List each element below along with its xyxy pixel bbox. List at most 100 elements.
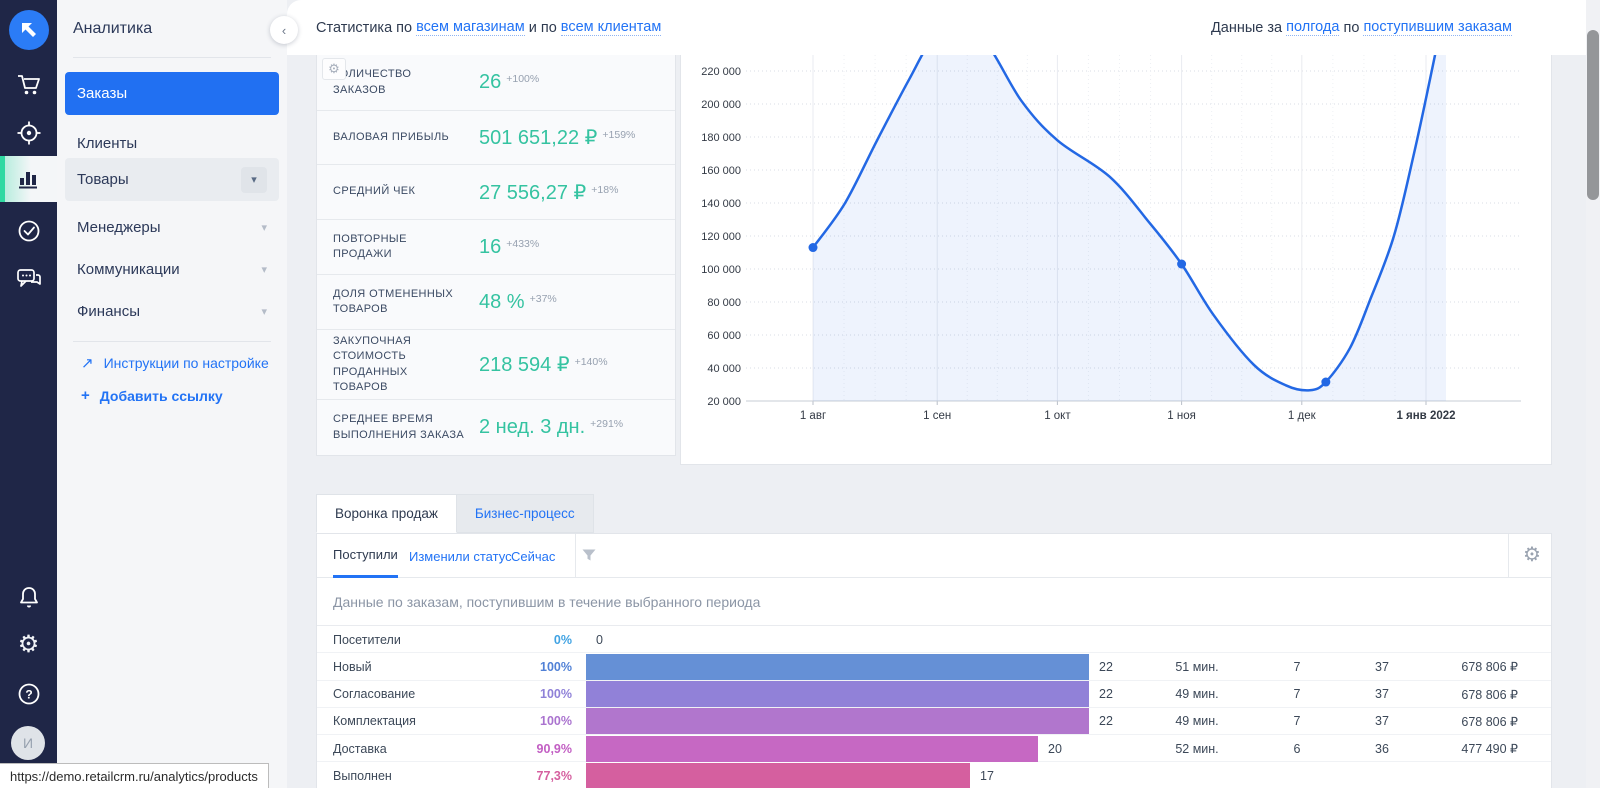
- sidebar-item-products[interactable]: Товары ▾: [65, 158, 279, 201]
- static-text: Статистика по: [316, 19, 417, 36]
- kpi-delta: +291%: [590, 418, 624, 430]
- tab-sales-funnel[interactable]: Воронка продаж: [316, 494, 457, 533]
- sidebar-item-label: Товары: [77, 171, 129, 188]
- funnel-table: Посетители 0% 0 Новый 100% 22 51 мин. 7 …: [317, 626, 1551, 788]
- stage-percent: 0%: [553, 632, 572, 647]
- svg-text:?: ?: [25, 688, 32, 702]
- chevron-down-icon: ▾: [261, 264, 267, 276]
- subtab-now[interactable]: Сейчас: [511, 534, 555, 578]
- funnel-settings-button[interactable]: ⚙: [1523, 542, 1541, 567]
- orders-trend-chart[interactable]: 20 000 40 000 60 000 80 000 100 000 120 000 14…: [681, 55, 1552, 465]
- svg-text:120 000: 120 000: [701, 231, 741, 243]
- gear-icon: ⚙: [328, 61, 340, 76]
- stage-amount: 678 806 ₽: [1461, 660, 1518, 675]
- add-link-button[interactable]: + Добавить ссылку: [81, 387, 223, 404]
- top-bar: Статистика по всем магазинам и по всем к…: [287, 0, 1600, 55]
- kpi-row: СРЕДНИЙ ЧЕК 27 556,27 ₽ +18%: [317, 165, 675, 220]
- stage-count: 0: [596, 632, 603, 647]
- browser-status-url: https://demo.retailcrm.ru/analytics/prod…: [0, 763, 269, 788]
- kpi-label: СРЕДНИЙ ЧЕК: [333, 185, 416, 198]
- rail-item-tasks[interactable]: [0, 208, 57, 254]
- kpi-label: ВАЛОВАЯ ПРИБЫЛЬ: [333, 130, 450, 143]
- kpi-value: 48 % +37%: [479, 290, 557, 313]
- stage-count: 22: [1099, 687, 1113, 702]
- kpi-settings-button[interactable]: ⚙: [322, 58, 346, 80]
- all-shops-filter-link[interactable]: всем магазинам: [416, 19, 525, 36]
- svg-text:1 ноя: 1 ноя: [1167, 410, 1196, 422]
- sidebar-item-managers[interactable]: Менеджеры ▾: [65, 206, 279, 249]
- kpi-row: ЗАКУПОЧНАЯ СТОИМОСТЬ ПРОДАННЫХ ТОВАРОВ 2…: [317, 330, 675, 400]
- chevron-down-icon: ▾: [261, 222, 267, 234]
- stage-percent: 77,3%: [536, 768, 572, 783]
- sidebar-item-label: Коммуникации: [77, 261, 180, 278]
- rail-item-analytics[interactable]: [0, 156, 57, 202]
- help-icon: ?: [18, 683, 39, 705]
- divider: [575, 534, 576, 578]
- setup-instructions-link[interactable]: ↗ Инструкции по настройке: [81, 354, 269, 372]
- scrollbar-thumb[interactable]: [1587, 30, 1599, 200]
- stage-bar[interactable]: [586, 708, 1089, 735]
- stage-metric-2: 37: [1375, 687, 1389, 702]
- svg-text:140 000: 140 000: [701, 198, 741, 210]
- stage-bar[interactable]: [586, 762, 970, 788]
- orders-trend-chart-card: 20 000 40 000 60 000 80 000 100 000 120 000 14…: [680, 55, 1552, 465]
- rail-item-customers[interactable]: [0, 110, 57, 156]
- stage-metric-1: 7: [1293, 659, 1301, 674]
- chat-icon: [16, 269, 41, 287]
- stats-scope-text: Статистика по всем магазинам и по всем к…: [316, 0, 662, 55]
- subtab-received[interactable]: Поступили: [333, 534, 398, 578]
- svg-text:180 000: 180 000: [701, 132, 741, 144]
- sidebar-item-label: Заказы: [77, 85, 128, 102]
- kpi-label: СРЕДНЕЕ ВРЕМЯ ВЫПОЛНЕНИЯ ЗАКАЗА: [333, 413, 465, 441]
- kpi-delta: +18%: [591, 183, 619, 196]
- svg-text:1 окт: 1 окт: [1044, 410, 1071, 422]
- gear-icon: ⚙: [1523, 544, 1541, 566]
- filter-button[interactable]: [581, 547, 597, 568]
- rail-item-orders[interactable]: [0, 62, 57, 108]
- svg-text:220 000: 220 000: [701, 66, 741, 78]
- dropdown-button[interactable]: ▾: [241, 166, 267, 193]
- bar-chart-icon: [18, 172, 37, 189]
- svg-text:200 000: 200 000: [701, 99, 741, 111]
- stage-metric-1: [1267, 626, 1327, 653]
- funnel-row-completed: Выполнен 77,3% 17: [317, 762, 1551, 788]
- funnel-row-assembly: Комплектация 100% 22 49 мин. 7 37 678 80…: [317, 708, 1551, 736]
- stage-label: Комплектация: [333, 714, 416, 729]
- stage-bar[interactable]: [586, 735, 1038, 762]
- tab-business-process[interactable]: Бизнес-процесс: [456, 494, 594, 533]
- stage-bar[interactable]: [586, 681, 1089, 708]
- order-type-filter-link[interactable]: поступившим заказам: [1363, 19, 1512, 36]
- all-clients-filter-link[interactable]: всем клиентам: [560, 19, 662, 36]
- svg-text:1 сен: 1 сен: [923, 410, 951, 422]
- static-text: по: [1339, 19, 1364, 36]
- retailcrm-logo[interactable]: [9, 10, 49, 50]
- stage-count: 22: [1099, 714, 1113, 729]
- sidebar-collapse-button[interactable]: ‹: [270, 16, 298, 44]
- funnel-tab-bar: Воронка продаж Бизнес-процесс: [316, 494, 594, 533]
- stage-count: 20: [1048, 741, 1062, 756]
- rail-item-settings[interactable]: ⚙: [0, 622, 57, 668]
- kpi-row: ПОВТОРНЫЕ ПРОДАЖИ 16 +433%: [317, 220, 675, 275]
- user-avatar[interactable]: И: [11, 726, 45, 760]
- sidebar-item-finances[interactable]: Финансы ▾: [65, 290, 279, 333]
- rail-item-help[interactable]: ?: [0, 671, 57, 717]
- stage-avg-time: 51 мин.: [1175, 659, 1219, 674]
- rail-item-notifications[interactable]: [0, 575, 57, 621]
- rail-item-chats[interactable]: [0, 256, 57, 302]
- stage-bar[interactable]: [586, 653, 1089, 680]
- kpi-row: СРЕДНЕЕ ВРЕМЯ ВЫПОЛНЕНИЯ ЗАКАЗА 2 нед. 3…: [317, 400, 675, 455]
- funnel-description: Данные по заказам, поступившим в течение…: [333, 593, 761, 610]
- stage-metric-1: 6: [1293, 741, 1301, 756]
- kpi-label: ЗАКУПОЧНАЯ СТОИМОСТЬ ПРОДАННЫХ ТОВАРОВ: [333, 334, 412, 393]
- kpi-value: 501 651,22 ₽ +159%: [479, 127, 636, 149]
- kpi-label: ПОВТОРНЫЕ ПРОДАЖИ: [333, 232, 407, 260]
- subtab-changed-status[interactable]: Изменили статус: [409, 534, 512, 578]
- period-filter-link[interactable]: полгода: [1286, 19, 1340, 36]
- sidebar-item-orders[interactable]: Заказы: [65, 72, 279, 115]
- sidebar-item-communications[interactable]: Коммуникации ▾: [65, 248, 279, 291]
- stage-metric-1: [1267, 762, 1327, 788]
- stage-label: Согласование: [333, 687, 416, 702]
- target-icon: [17, 121, 40, 145]
- bell-icon: [19, 587, 38, 608]
- stage-avg-time: 49 мин.: [1175, 687, 1219, 702]
